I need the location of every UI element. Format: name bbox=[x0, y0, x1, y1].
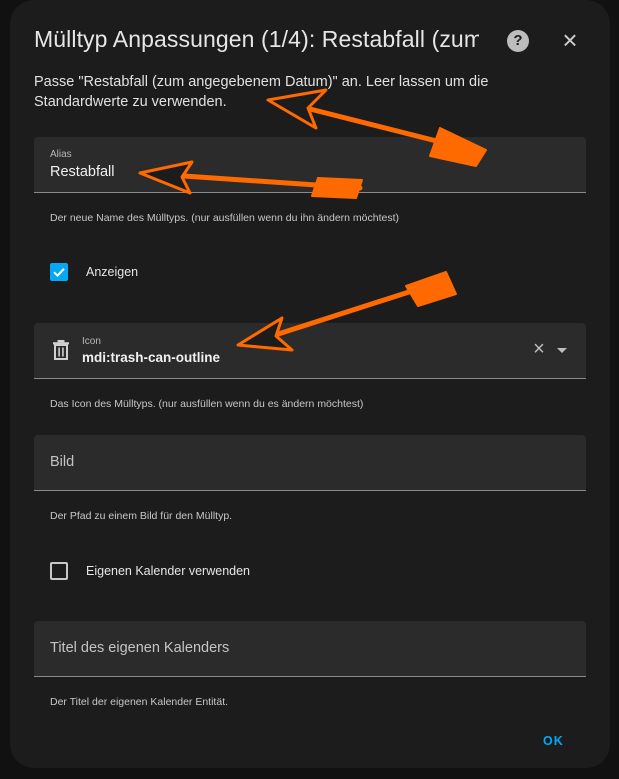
alias-label: Alias bbox=[50, 149, 72, 160]
calendar-title-placeholder: Titel des eigenen Kalenders bbox=[50, 640, 230, 656]
calendar-checkbox[interactable] bbox=[50, 562, 68, 580]
chevron-down-icon[interactable] bbox=[557, 348, 567, 353]
alias-helper: Der neue Name des Mülltyps. (nur ausfüll… bbox=[50, 212, 400, 224]
check-icon bbox=[53, 268, 65, 278]
calendar-title-field[interactable]: Titel des eigenen Kalenders bbox=[34, 621, 586, 677]
icon-field-value[interactable]: mdi:trash-can-outline bbox=[82, 350, 220, 365]
ok-button[interactable]: OK bbox=[543, 734, 564, 748]
calendar-checkbox-label: Eigenen Kalender verwenden bbox=[86, 564, 251, 578]
icon-helper: Das Icon des Mülltyps. (nur ausfüllen we… bbox=[50, 398, 364, 410]
dialog-title: Mülltyp Anpassungen (1/4): Restabfall (z… bbox=[34, 26, 479, 52]
customize-dialog: Mülltyp Anpassungen (1/4): Restabfall (z… bbox=[10, 0, 610, 768]
icon-field-label: Icon bbox=[82, 336, 101, 347]
alias-field[interactable]: Alias Restabfall bbox=[34, 137, 586, 193]
clear-icon[interactable]: × bbox=[531, 339, 547, 359]
show-checkbox[interactable] bbox=[50, 263, 68, 281]
close-icon[interactable]: × bbox=[558, 27, 582, 53]
help-circle-icon[interactable]: ? bbox=[507, 30, 529, 52]
icon-field[interactable]: Icon mdi:trash-can-outline × bbox=[34, 323, 586, 379]
trash-can-outline-icon bbox=[53, 340, 69, 360]
image-helper: Der Pfad zu einem Bild für den Mülltyp. bbox=[50, 510, 233, 522]
image-field[interactable]: Bild bbox=[34, 435, 586, 491]
image-placeholder: Bild bbox=[50, 454, 75, 470]
alias-value[interactable]: Restabfall bbox=[50, 164, 114, 180]
calendar-title-helper: Der Titel der eigenen Kalender Entität. bbox=[50, 696, 229, 708]
dialog-description: Passe "Restabfall (zum angegebenem Datum… bbox=[34, 74, 489, 110]
show-checkbox-label: Anzeigen bbox=[86, 265, 139, 279]
